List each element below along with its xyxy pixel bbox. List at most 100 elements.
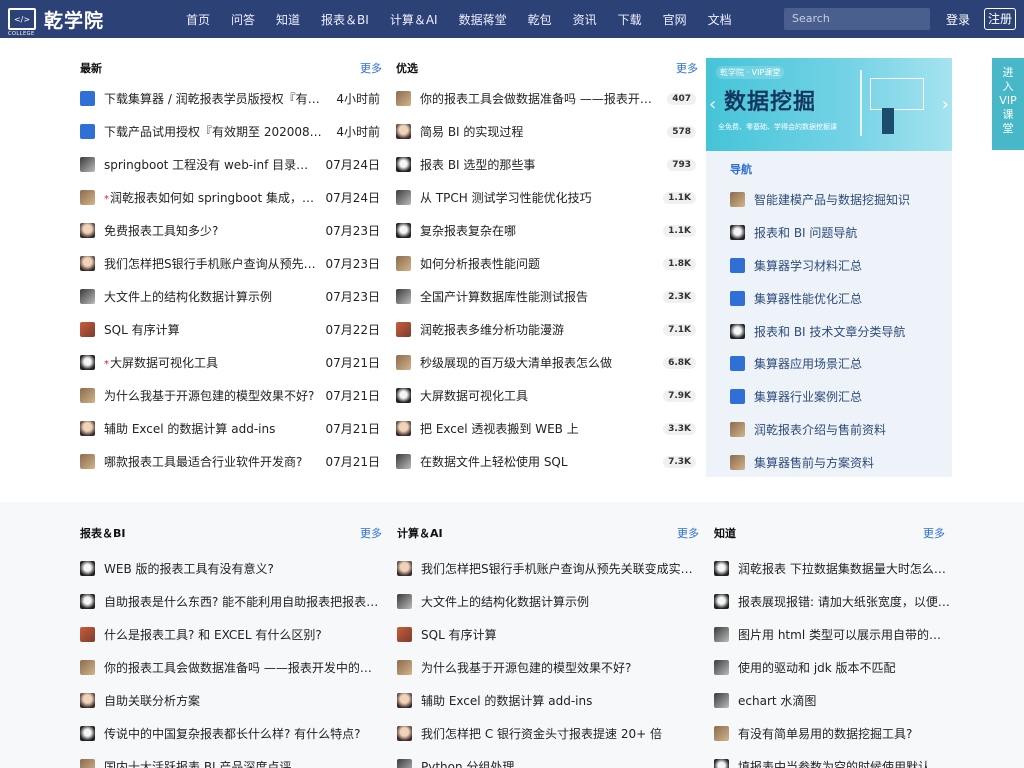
avatar[interactable] [396, 355, 411, 370]
avatar[interactable] [396, 322, 411, 337]
list-item-title[interactable]: 润乾报表 下拉数据集数据量大时怎么分页... [738, 560, 952, 577]
list-item[interactable]: 使用的驱动和 jdk 版本不匹配 [714, 651, 952, 684]
list-item-title[interactable]: SQL 有序计算 [421, 626, 697, 643]
nav-box-item[interactable]: 集算器售前与方案资料 [730, 446, 942, 479]
list-item[interactable]: 如何分析报表性能问题 1.8K [396, 247, 696, 280]
list-item-title[interactable]: 下载产品试用授权『有效期至 20200831』 [104, 123, 328, 140]
list-item[interactable]: 在数据文件上轻松使用 SQL 7.3K [396, 445, 696, 478]
list-item[interactable]: 什么是报表工具? 和 EXCEL 有什么区别? [80, 618, 380, 651]
list-item[interactable]: springboot 工程没有 web-inf 目录怎么加... 07月24日 [80, 148, 380, 181]
nav-item[interactable]: 知道 [276, 11, 300, 28]
list-item[interactable]: 你的报表工具会做数据准备吗 ——报表开发中的深层次问题 [80, 651, 380, 684]
list-item-title[interactable]: 国内十大活跃报表 BI 产品深度点评 [104, 758, 380, 768]
avatar[interactable] [397, 759, 412, 768]
list-item-title[interactable]: 如何分析报表性能问题 [420, 255, 657, 272]
list-item[interactable]: *润乾报表如何如 springboot 集成，请问一... 07月24日 [80, 181, 380, 214]
list-item[interactable]: WEB 版的报表工具有没有意义? [80, 552, 380, 585]
list-item[interactable]: 为什么我基于开源包建的模型效果不好? 07月21日 [80, 379, 380, 412]
avatar[interactable] [80, 322, 95, 337]
list-item[interactable]: SQL 有序计算 [397, 618, 697, 651]
list-item-title[interactable]: 为什么我基于开源包建的模型效果不好? [104, 387, 317, 404]
list-item-title[interactable]: 图片用 html 类型可以展示用自带的图片展... [738, 626, 952, 643]
list-item[interactable]: 我们怎样把S银行手机账户查询从预先关联... 07月23日 [80, 247, 380, 280]
list-item-title[interactable]: 传说中的中国复杂报表都长什么样? 有什么特点? [104, 725, 380, 742]
avatar[interactable] [730, 455, 745, 471]
list-item[interactable]: 简易 BI 的实现过程 578 [396, 115, 696, 148]
list-item-title[interactable]: springboot 工程没有 web-inf 目录怎么加... [104, 156, 317, 173]
avatar[interactable] [80, 561, 95, 576]
list-item-title[interactable]: 辅助 Excel 的数据计算 add-ins [104, 420, 317, 437]
nav-item[interactable]: 报表＆BI [321, 11, 369, 28]
list-item[interactable]: echart 水滴图 [714, 684, 952, 717]
avatar[interactable] [730, 290, 745, 306]
list-item-title[interactable]: *润乾报表如何如 springboot 集成，请问一... [104, 189, 317, 206]
more-link-know[interactable]: 更多 [923, 525, 945, 541]
list-item[interactable]: 辅助 Excel 的数据计算 add-ins [397, 684, 697, 717]
list-item[interactable]: 哪款报表工具最适合行业软件开发商? 07月21日 [80, 445, 380, 478]
list-item[interactable]: 复杂报表复杂在哪 1.1K [396, 214, 696, 247]
list-item-title[interactable]: 报表 BI 选型的那些事 [420, 156, 661, 173]
login-link[interactable]: 登录 [946, 11, 970, 28]
list-item-title[interactable]: 什么是报表工具? 和 EXCEL 有什么区别? [104, 626, 380, 643]
avatar[interactable] [714, 627, 729, 642]
list-item[interactable]: 传说中的中国复杂报表都长什么样? 有什么特点? [80, 717, 380, 750]
list-item-title[interactable]: 在数据文件上轻松使用 SQL [420, 453, 657, 470]
avatar[interactable] [396, 454, 411, 469]
list-item-title[interactable]: 为什么我基于开源包建的模型效果不好? [421, 659, 697, 676]
avatar[interactable] [396, 124, 411, 139]
avatar[interactable] [730, 257, 745, 273]
more-link-latest[interactable]: 更多 [360, 60, 382, 76]
list-item-title[interactable]: 润乾报表多维分析功能漫游 [420, 321, 657, 338]
list-item-title[interactable]: 从 TPCH 测试学习性能优化技巧 [420, 189, 657, 206]
list-item[interactable]: *大屏数据可视化工具 07月21日 [80, 346, 380, 379]
avatar[interactable] [714, 660, 729, 675]
nav-item[interactable]: 官网 [663, 11, 687, 28]
list-item-title[interactable]: 全国产计算数据库性能测试报告 [420, 288, 657, 305]
avatar[interactable] [714, 693, 729, 708]
list-item-title[interactable]: SQL 有序计算 [104, 321, 317, 338]
avatar[interactable] [80, 223, 95, 238]
list-item[interactable]: 大文件上的结构化数据计算示例 07月23日 [80, 280, 380, 313]
list-item[interactable]: 下载集算器 / 润乾报表学员版授权『有效... 4小时前 [80, 82, 380, 115]
avatar[interactable] [80, 91, 95, 106]
list-item[interactable]: 秒级展现的百万级大清单报表怎么做 6.8K [396, 346, 696, 379]
nav-box-item[interactable]: 报表和 BI 问题导航 [730, 216, 942, 249]
avatar[interactable] [714, 561, 729, 576]
list-item[interactable]: 报表展现报错: 请加大纸张宽度，以便报... [714, 585, 952, 618]
list-item-title[interactable]: 有没有简单易用的数据挖掘工具? [738, 725, 952, 742]
nav-box-item[interactable]: 报表和 BI 技术文章分类导航 [730, 315, 942, 348]
list-item-title[interactable]: 我们怎样把 C 银行资金头寸报表提速 20+ 倍 [421, 725, 697, 742]
avatar[interactable] [714, 726, 729, 741]
nav-box-item[interactable]: 集算器性能优化汇总 [730, 282, 942, 315]
avatar[interactable] [397, 561, 412, 576]
avatar[interactable] [730, 323, 745, 339]
vip-banner[interactable]: 乾学院 · VIP课堂 数据挖掘 全免费、零基础、学得会的数据挖掘课 ‹ › [706, 58, 952, 151]
avatar[interactable] [397, 627, 412, 642]
list-item[interactable]: 免费报表工具知多少? 07月23日 [80, 214, 380, 247]
avatar[interactable] [396, 223, 411, 238]
list-item[interactable]: 为什么我基于开源包建的模型效果不好? [397, 651, 697, 684]
avatar[interactable] [714, 594, 729, 609]
avatar[interactable] [80, 726, 95, 741]
search-input[interactable]: Search [784, 8, 930, 30]
list-item[interactable]: 我们怎样把 C 银行资金头寸报表提速 20+ 倍 [397, 717, 697, 750]
avatar[interactable] [80, 693, 95, 708]
list-item[interactable]: 国内十大活跃报表 BI 产品深度点评 [80, 750, 380, 768]
avatar[interactable] [396, 421, 411, 436]
list-item-title[interactable]: WEB 版的报表工具有没有意义? [104, 560, 380, 577]
avatar[interactable] [730, 422, 745, 438]
avatar[interactable] [80, 627, 95, 642]
list-item[interactable]: 润乾报表多维分析功能漫游 7.1K [396, 313, 696, 346]
list-item[interactable]: 大屏数据可视化工具 7.9K [396, 379, 696, 412]
avatar[interactable] [80, 421, 95, 436]
list-item-title[interactable]: 你的报表工具会做数据准备吗 ——报表开发中的深层次问题 [104, 659, 380, 676]
list-item-title[interactable]: 自助关联分析方案 [104, 692, 380, 709]
avatar[interactable] [397, 726, 412, 741]
avatar[interactable] [80, 289, 95, 304]
avatar[interactable] [80, 190, 95, 205]
list-item-title[interactable]: Python 分组处理 [421, 758, 697, 768]
avatar[interactable] [397, 594, 412, 609]
avatar[interactable] [80, 454, 95, 469]
list-item[interactable]: 润乾报表 下拉数据集数据量大时怎么分页... [714, 552, 952, 585]
avatar[interactable] [80, 355, 95, 370]
